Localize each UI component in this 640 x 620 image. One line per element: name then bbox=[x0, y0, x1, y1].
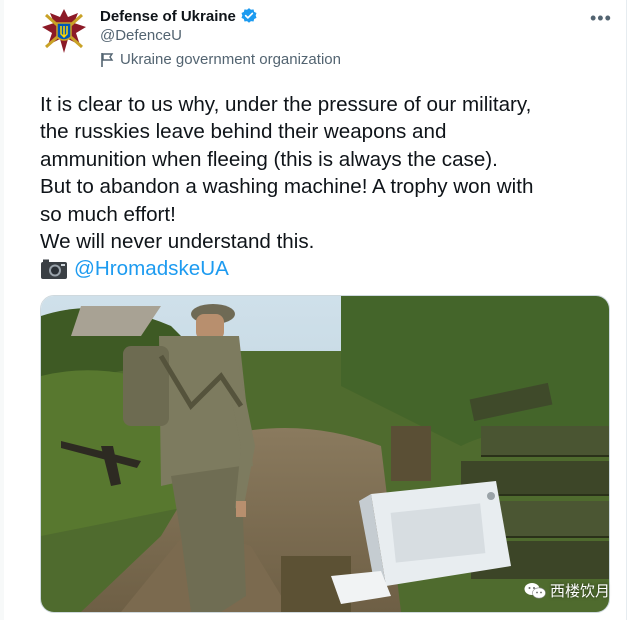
display-name[interactable]: Defense of Ukraine bbox=[100, 8, 236, 25]
org-label: Ukraine government organization bbox=[100, 51, 341, 68]
tweet-line: so much effort! bbox=[40, 202, 176, 226]
coat-of-arms-avatar-icon[interactable] bbox=[40, 7, 88, 55]
mention-line: @HromadskeUA bbox=[40, 255, 620, 282]
right-divider bbox=[626, 0, 627, 620]
tweet-line: It is clear to us why, under the pressur… bbox=[40, 93, 532, 116]
tweet-line: the russkies leave behind their weapons … bbox=[40, 120, 447, 144]
author-name-row[interactable]: Defense of Ukraine bbox=[100, 6, 258, 26]
tweet-card: Defense of Ukraine @DefenceU Ukraine gov… bbox=[0, 0, 640, 620]
mention-link[interactable]: @HromadskeUA bbox=[74, 255, 229, 282]
more-options-icon[interactable]: ••• bbox=[590, 8, 612, 29]
watermark: 西楼饮月 bbox=[524, 580, 610, 601]
tweet-line: We will never understand this. bbox=[40, 230, 315, 254]
wechat-icon bbox=[524, 582, 546, 598]
verified-badge-icon bbox=[241, 8, 257, 23]
tweet-text: It is clear to us why, under the pressur… bbox=[40, 91, 620, 283]
author-handle[interactable]: @DefenceU bbox=[100, 27, 182, 44]
tweet-photo[interactable] bbox=[40, 295, 610, 613]
tweet-line: ammunition when fleeing (this is always … bbox=[40, 147, 498, 171]
left-edge bbox=[0, 0, 4, 620]
photo-scene bbox=[41, 296, 609, 612]
camera-icon bbox=[41, 259, 67, 280]
flag-icon bbox=[101, 52, 114, 67]
watermark-text: 西楼饮月 bbox=[550, 583, 611, 600]
org-label-text: Ukraine government organization bbox=[120, 51, 341, 68]
tweet-line: But to abandon a washing machine! A trop… bbox=[40, 175, 534, 199]
